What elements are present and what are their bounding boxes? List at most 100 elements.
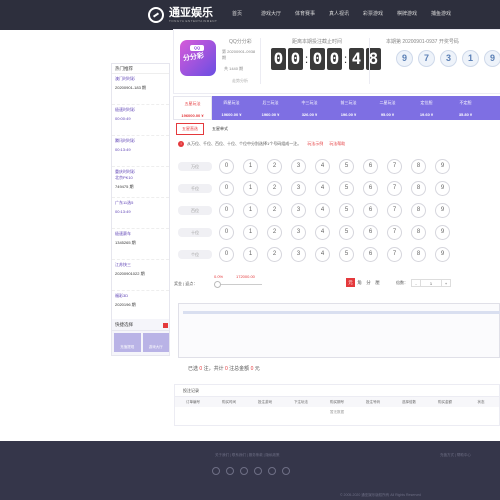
number-ball[interactable]: 5 [339,224,354,240]
sidebar-item[interactable]: 广东11选5 00:13:49 [112,198,169,229]
number-ball[interactable]: 1 [243,202,258,218]
number-ball[interactable]: 8 [411,180,426,196]
number-ball[interactable]: 7 [387,158,402,174]
tab-direct[interactable]: 五星直选 [176,123,204,135]
sidebar-item[interactable]: 极速时时彩 00:00:49 [112,105,169,136]
sidebar-item[interactable]: 江苏快三 20200901022 期 [112,260,169,291]
number-ball[interactable]: 4 [315,224,330,240]
nav-item-sports[interactable]: 体育赛事 [288,0,322,30]
number-ball[interactable]: 2 [267,180,282,196]
help-link[interactable]: 玩法帮助 [329,141,345,147]
number-ball[interactable]: 7 [387,202,402,218]
tab-five-star[interactable]: 五星玩法 196000.00 ¥ [173,96,212,120]
tab-four-star[interactable]: 四星玩法 19600.00 ¥ [212,96,251,120]
number-ball[interactable]: 8 [411,202,426,218]
number-ball[interactable]: 4 [315,158,330,174]
number-ball[interactable]: 3 [291,158,306,174]
tab-first-three[interactable]: 前三玩法 196.00 ¥ [329,96,368,120]
number-ball[interactable]: 3 [291,224,306,240]
nav-item-home[interactable]: 首页 [220,0,254,30]
number-ball[interactable]: 8 [411,246,426,262]
nav-item-cards[interactable]: 棋牌游戏 [390,0,424,30]
sidebar-item[interactable]: 重庆时时彩 北京PK10 749475 期 [112,167,169,198]
tab-last-three[interactable]: 后三玩法 1960.00 ¥ [251,96,290,120]
number-ball[interactable]: 2 [267,224,282,240]
tab-two-star[interactable]: 二星玩法 95.00 ¥ [368,96,407,120]
example-link[interactable]: 玩法示例 [307,141,323,147]
number-ball[interactable]: 7 [387,180,402,196]
quick-select[interactable]: 快捷选择 [112,319,169,331]
number-ball[interactable]: 1 [243,246,258,262]
number-ball[interactable]: 5 [339,158,354,174]
number-ball[interactable]: 8 [411,158,426,174]
sidebar-item[interactable]: 极速赛车 1345265 期 [112,229,169,260]
plus-button[interactable]: + [442,280,450,286]
deposit-button[interactable]: 充值提现 [114,333,141,352]
unit-jiao[interactable]: 角 [355,278,364,287]
number-ball[interactable]: 9 [435,158,450,174]
number-ball[interactable]: 1 [243,158,258,174]
sidebar-item[interactable]: 腾讯时时彩 00:13:49 [112,136,169,167]
number-ball[interactable]: 8 [411,224,426,240]
number-ball[interactable]: 9 [435,180,450,196]
tab-middle-three[interactable]: 中三玩法 326.00 ¥ [290,96,329,120]
close-icon[interactable] [163,323,168,328]
partner-icon [254,467,262,475]
number-ball[interactable]: 6 [363,158,378,174]
number-ball[interactable]: 3 [291,246,306,262]
minus-button[interactable]: - [412,280,420,286]
number-ball[interactable]: 4 [315,202,330,218]
sidebar-item-time: 00:00:49 [115,116,131,121]
number-ball[interactable]: 6 [363,202,378,218]
number-ball[interactable]: 9 [435,202,450,218]
multiplier-input[interactable]: 1 [420,280,442,286]
number-ball[interactable]: 9 [435,246,450,262]
column-header: 购买金额 [438,400,452,404]
number-ball[interactable]: 7 [387,246,402,262]
footer-links[interactable]: 关于我们 | 联系我们 | 服务条款 | 隐私政策 [215,453,280,458]
number-ball[interactable]: 3 [291,180,306,196]
number-ball[interactable]: 2 [267,246,282,262]
nav-item-lottery[interactable]: 彩票游戏 [356,0,390,30]
number-ball[interactable]: 2 [267,202,282,218]
number-ball[interactable]: 6 [363,180,378,196]
sidebar-item[interactable]: 福彩3D 2020196 期 [112,291,169,322]
nav-item-live[interactable]: 真人视讯 [322,0,356,30]
unit-li[interactable]: 厘 [373,278,382,287]
number-ball[interactable]: 7 [387,224,402,240]
number-ball[interactable]: 0 [219,202,234,218]
unit-yuan[interactable]: 元 [346,278,355,287]
lobby-button[interactable]: 游戏大厅 [142,333,169,352]
number-ball[interactable]: 6 [363,246,378,262]
bet-list[interactable] [178,303,500,358]
tab-single[interactable]: 五星单式 [207,124,233,134]
rebate-slider-track[interactable] [218,284,262,285]
number-ball[interactable]: 1 [243,224,258,240]
number-ball[interactable]: 0 [219,158,234,174]
column-header: 购买时间 [222,400,236,404]
number-ball[interactable]: 0 [219,246,234,262]
number-ball[interactable]: 4 [315,180,330,196]
rebate-slider-handle[interactable] [214,281,221,288]
trend-link[interactable]: 走势分析 [232,78,248,84]
number-ball[interactable]: 2 [267,158,282,174]
number-ball[interactable]: 3 [291,202,306,218]
number-ball[interactable]: 6 [363,224,378,240]
number-ball[interactable]: 0 [219,180,234,196]
nav-item-lobby[interactable]: 游戏大厅 [254,0,288,30]
footer-right[interactable]: 充值方式 | 帮助中心 [440,453,471,458]
number-ball[interactable]: 5 [339,202,354,218]
number-ball[interactable]: 5 [339,180,354,196]
sidebar-item[interactable]: 澳门时时彩 20200901-183 期 [112,74,169,105]
number-ball[interactable]: 4 [315,246,330,262]
brand-logo[interactable]: 通亚娱乐 TONGYA ENTERTAINMENT [148,5,217,25]
number-ball[interactable]: 0 [219,224,234,240]
number-ball[interactable]: 5 [339,246,354,262]
nav-item-fishing[interactable]: 捕鱼游戏 [424,0,458,30]
unit-fen[interactable]: 分 [364,278,373,287]
bet-list-scrollbar[interactable] [183,311,500,314]
tab-indefinite[interactable]: 不定胆 35.80 ¥ [446,96,485,120]
tab-position[interactable]: 定位胆 19.60 ¥ [407,96,446,120]
number-ball[interactable]: 1 [243,180,258,196]
number-ball[interactable]: 9 [435,224,450,240]
